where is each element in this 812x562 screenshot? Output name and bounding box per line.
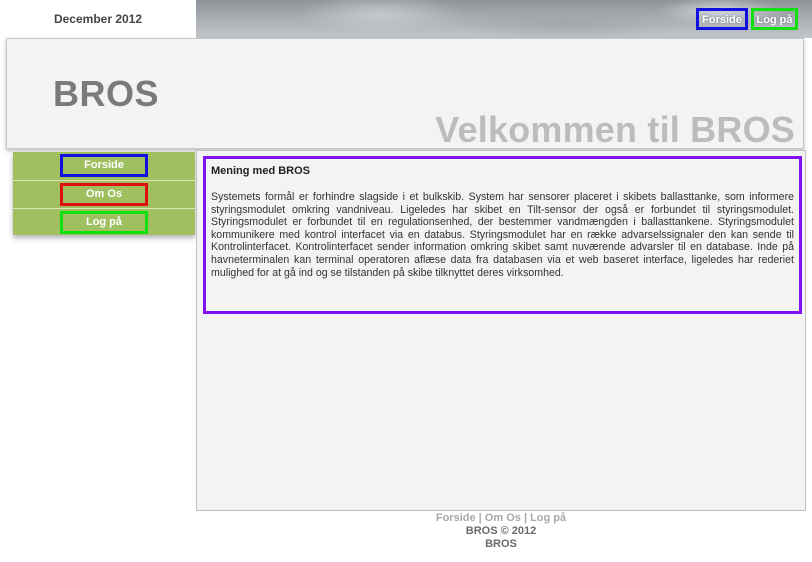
- page-title: Velkommen til BROS: [435, 109, 795, 150]
- sidebar-item-log-paa[interactable]: Log på: [13, 208, 195, 235]
- sidebar-item-label[interactable]: Om Os: [60, 182, 148, 206]
- sidebar-nav: Forside Om Os Log på: [13, 152, 195, 235]
- top-link-forside[interactable]: Forside: [696, 8, 748, 30]
- article-title: Mening med BROS: [211, 165, 311, 177]
- footer-name: BROS: [485, 538, 517, 550]
- site-header: BROS Velkommen til BROS: [6, 38, 804, 150]
- sidebar-item-forside[interactable]: Forside: [13, 152, 195, 179]
- footer-link-log-paa[interactable]: Log på: [530, 512, 566, 524]
- footer-separator: |: [523, 512, 528, 524]
- footer-link-om-os[interactable]: Om Os: [485, 512, 521, 524]
- date-label: December 2012: [53, 12, 143, 26]
- site-footer: Forside | Om Os | Log på BROS © 2012 BRO…: [196, 512, 806, 551]
- site-logo: BROS: [53, 73, 160, 114]
- footer-separator: |: [478, 512, 482, 524]
- top-link-log-paa[interactable]: Log på: [751, 8, 798, 30]
- footer-links: Forside | Om Os | Log på: [196, 512, 806, 525]
- main-content: Mening med BROS Systemets formål er forh…: [196, 150, 806, 511]
- sidebar-item-om-os[interactable]: Om Os: [13, 180, 195, 207]
- sidebar-item-label[interactable]: Forside: [60, 154, 148, 177]
- article-body: Systemets formål er forhindre slagside i…: [211, 191, 794, 279]
- footer-copyright: BROS © 2012: [465, 525, 537, 537]
- footer-link-forside[interactable]: Forside: [436, 512, 476, 524]
- sidebar-item-label[interactable]: Log på: [60, 210, 148, 234]
- article-box: Mening med BROS Systemets formål er forh…: [203, 156, 802, 314]
